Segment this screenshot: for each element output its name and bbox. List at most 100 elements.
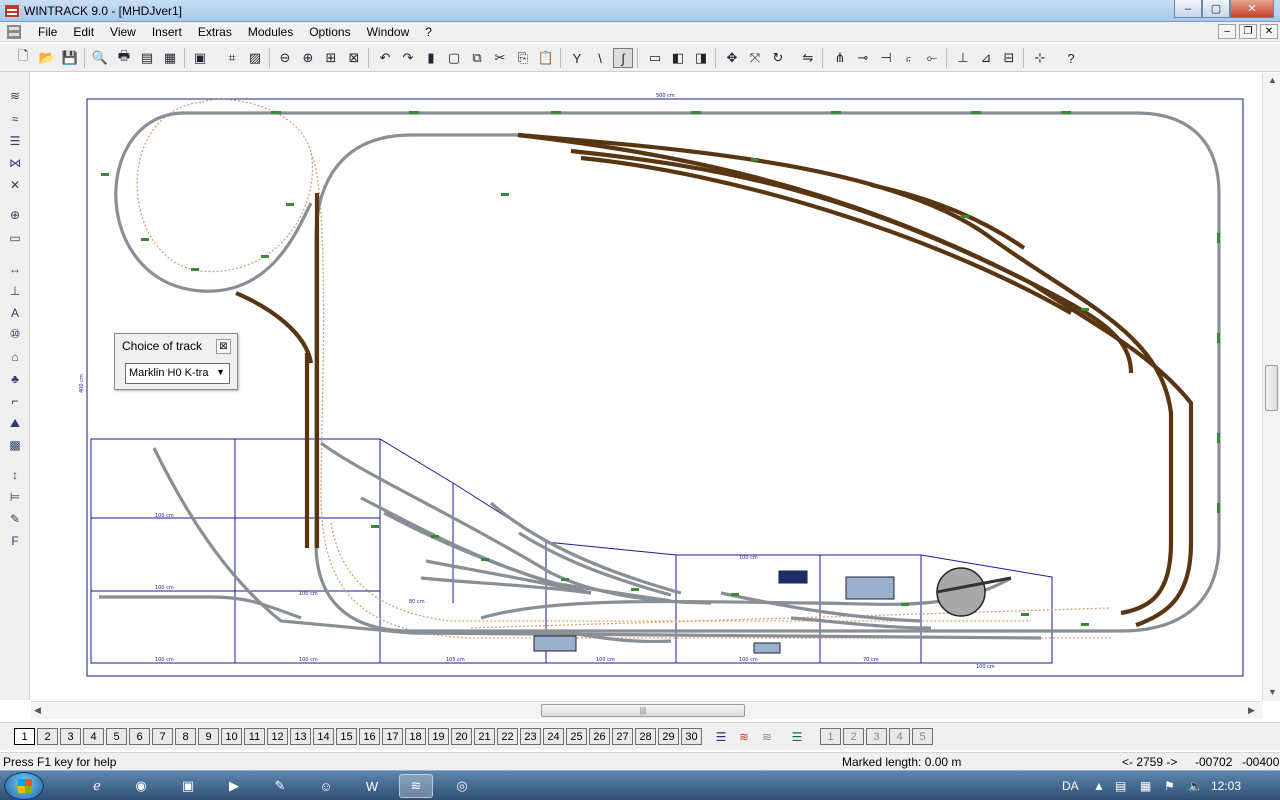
layer-button-20[interactable]: 20 (451, 728, 472, 745)
layer-button-30[interactable]: 30 (681, 728, 702, 745)
layer-button-25[interactable]: 25 (566, 728, 587, 745)
rotate-180-icon[interactable]: ↻ (768, 48, 788, 68)
layer-button-4[interactable]: 4 (83, 728, 104, 745)
dimension-tool-icon[interactable]: ↔ (5, 260, 25, 278)
start-button[interactable] (4, 772, 44, 800)
menu-extras[interactable]: Extras (190, 25, 240, 39)
layer-button-15[interactable]: 15 (336, 728, 357, 745)
layer-button-9[interactable]: 9 (198, 728, 219, 745)
paint-icon[interactable]: ✎ (263, 774, 297, 798)
building-tool-icon[interactable]: ⌂ (5, 348, 25, 366)
mdi-restore-button[interactable]: ❐ (1239, 24, 1257, 39)
delete-icon[interactable]: ▮ (421, 48, 441, 68)
layer-button-12[interactable]: 12 (267, 728, 288, 745)
paste-icon[interactable]: 📋 (536, 48, 556, 68)
layer-button-16[interactable]: 16 (359, 728, 380, 745)
properties-icon[interactable]: ▢ (444, 48, 464, 68)
calculator-icon[interactable]: ▦ (160, 48, 180, 68)
context-help-icon[interactable]: ? (1061, 48, 1081, 68)
internet-explorer-icon[interactable]: ℯ (80, 774, 114, 798)
tray-expand-icon[interactable]: ▲ (1093, 779, 1105, 793)
flex-curve-tool-icon[interactable]: ≈ (5, 110, 25, 128)
layer-button-7[interactable]: 7 (152, 728, 173, 745)
new-file-icon[interactable]: 🗋 (13, 48, 33, 68)
duplicate-icon[interactable]: ⧉ (467, 48, 487, 68)
mdi-minimize-button[interactable]: – (1218, 24, 1236, 39)
menu-options[interactable]: Options (301, 25, 358, 39)
chart-tool-icon[interactable]: ▩ (5, 436, 25, 454)
zoom-out-icon[interactable]: ⊖ (275, 48, 295, 68)
layer-button-13[interactable]: 13 (290, 728, 311, 745)
mirror-icon[interactable]: ⇋ (798, 48, 818, 68)
flex-track-tool-icon[interactable]: ≋ (5, 87, 25, 105)
rotate-icon[interactable]: ✥ (722, 48, 742, 68)
landscape-icon[interactable]: ▨ (245, 48, 265, 68)
word-icon[interactable]: W (355, 774, 389, 798)
align-icon[interactable]: ⊣ (876, 48, 896, 68)
volume-icon[interactable]: 🔈 (1188, 779, 1203, 793)
layer-button-29[interactable]: 29 (658, 728, 679, 745)
switch-icon[interactable]: Y (567, 48, 587, 68)
eraser-tool-icon[interactable]: ✎ (5, 510, 25, 528)
print-setup-icon[interactable]: ▤ (137, 48, 157, 68)
layer-button-23[interactable]: 23 (520, 728, 541, 745)
close-button[interactable]: ✕ (1230, 0, 1274, 18)
zoom-all-icon[interactable]: ⊠ (344, 48, 364, 68)
height-icon[interactable]: ⊥ (953, 48, 973, 68)
curve-track-icon[interactable]: ∫ (613, 48, 633, 68)
zoom-in-icon[interactable]: ⊕ (298, 48, 318, 68)
switch-tool-icon[interactable]: ⋈ (5, 154, 25, 172)
layer-button-22[interactable]: 22 (497, 728, 518, 745)
clock[interactable]: 12:03 (1211, 779, 1241, 793)
train-icon[interactable]: ◨ (691, 48, 711, 68)
scroll-left-icon[interactable]: ◀ (34, 705, 41, 716)
copy-icon[interactable]: ⎘ (513, 48, 533, 68)
flex-track-icon[interactable]: \ (590, 48, 610, 68)
choice-of-track-close-button[interactable]: ⊠ (216, 339, 231, 354)
layer-button-27[interactable]: 27 (612, 728, 633, 745)
scroll-right-icon[interactable]: ▶ (1248, 705, 1255, 716)
document-icon[interactable] (6, 24, 22, 40)
terrain-tool-icon[interactable]: ⛰ (5, 414, 25, 432)
layer-button-24[interactable]: 24 (543, 728, 564, 745)
layer-button-6[interactable]: 6 (129, 728, 150, 745)
module-icon[interactable]: ▣ (190, 48, 210, 68)
crossing-tool-icon[interactable]: ✕ (5, 176, 25, 194)
slope-icon[interactable]: ⊿ (976, 48, 996, 68)
file-explorer-icon[interactable]: ▣ (171, 774, 205, 798)
view-button-1[interactable]: 1 (820, 728, 841, 745)
layer-button-3[interactable]: 3 (60, 728, 81, 745)
scroll-up-icon[interactable]: ▲ (1268, 75, 1277, 85)
vertical-scroll-thumb[interactable] (1265, 365, 1278, 411)
save-icon[interactable]: 💾 (60, 48, 80, 68)
zoom-window-icon[interactable]: ⊞ (321, 48, 341, 68)
open-folder-icon[interactable]: 📂 (37, 48, 57, 68)
layer-button-14[interactable]: 14 (313, 728, 334, 745)
layer-button-26[interactable]: 26 (589, 728, 610, 745)
scroll-down-icon[interactable]: ▼ (1268, 687, 1277, 697)
print-icon[interactable]: 🖶 (114, 48, 134, 68)
firefox-icon[interactable]: ◉ (124, 774, 158, 798)
wintrack-task-icon[interactable]: ≋ (399, 774, 433, 798)
ruler-tool-icon[interactable]: ⊨ (5, 488, 25, 506)
layer-button-28[interactable]: 28 (635, 728, 656, 745)
layer-gray-icon[interactable]: ≋ (757, 728, 777, 746)
minimize-button[interactable]: – (1174, 0, 1202, 18)
platform-tool-icon[interactable]: ▭ (5, 229, 25, 247)
view-button-2[interactable]: 2 (843, 728, 864, 745)
text-tool-icon[interactable]: A (5, 304, 25, 322)
layer-button-2[interactable]: 2 (37, 728, 58, 745)
layer-button-17[interactable]: 17 (382, 728, 403, 745)
layer-button-19[interactable]: 19 (428, 728, 449, 745)
language-indicator[interactable]: DA (1062, 779, 1079, 793)
number-tool-icon[interactable]: ⑩ (5, 325, 25, 343)
layer-button-21[interactable]: 21 (474, 728, 495, 745)
view-button-5[interactable]: 5 (912, 728, 933, 745)
menu-help[interactable]: ? (417, 25, 440, 39)
font-tool-icon[interactable]: F (5, 532, 25, 550)
signal-tool-icon[interactable]: ⊕ (5, 206, 25, 224)
horizontal-scrollbar[interactable]: ◀ ||| ▶ (31, 701, 1262, 719)
tree-tool-icon[interactable]: ♣ (5, 370, 25, 388)
redo-icon[interactable]: ↷ (398, 48, 418, 68)
view-button-4[interactable]: 4 (889, 728, 910, 745)
